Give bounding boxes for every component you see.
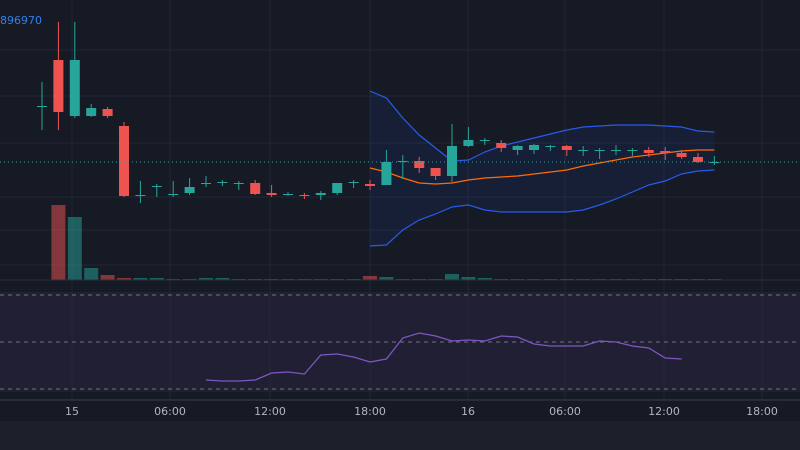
time-tick-label: 06:00 — [549, 405, 581, 418]
rsi-pane[interactable] — [0, 292, 800, 392]
candle-body — [545, 146, 556, 147]
candle-body — [414, 161, 425, 168]
chart-canvas[interactable]: 15 06:00 12:00 18:00 16 06:00 12:00 18:00 89697… — [0, 0, 800, 450]
candle-body — [709, 162, 720, 163]
candle-body — [53, 60, 64, 112]
bottom-toolbar — [0, 421, 800, 450]
candle-body — [37, 106, 47, 107]
candle — [119, 122, 129, 197]
candle-body — [578, 150, 589, 151]
volume-bar — [51, 205, 66, 280]
candle-body — [561, 146, 572, 150]
candle-body — [315, 193, 326, 195]
price-scale-label: 896970 — [0, 14, 42, 27]
candle-body — [332, 183, 343, 193]
volume-bar — [363, 276, 377, 280]
candle-body — [348, 182, 359, 183]
volume-bar — [100, 275, 115, 280]
candle-body — [266, 193, 277, 195]
volume-bar — [445, 274, 459, 280]
candle-body — [119, 126, 129, 196]
candle-body — [397, 161, 408, 162]
candle-body — [184, 187, 195, 193]
time-tick-label: 12:00 — [648, 405, 680, 418]
candle-body — [594, 150, 605, 151]
candle-body — [151, 186, 162, 187]
candle-body — [86, 108, 97, 116]
candle-body — [676, 153, 687, 157]
candle-body — [365, 184, 375, 186]
candle-body — [463, 140, 474, 146]
candle-body — [693, 157, 703, 162]
time-tick-label: 18:00 — [746, 405, 778, 418]
candle-body — [283, 194, 293, 195]
time-tick-label: 18:00 — [354, 405, 386, 418]
candle-body — [496, 143, 507, 148]
candle-body — [201, 183, 211, 184]
candle-body — [512, 146, 523, 150]
volume-bar — [84, 268, 99, 280]
candle-body — [299, 195, 310, 196]
candle-body — [102, 109, 113, 116]
volume-bar — [67, 217, 82, 280]
candle-body — [233, 183, 244, 184]
time-tick-label: 12:00 — [254, 405, 286, 418]
candle-body — [135, 195, 146, 196]
candle-body — [381, 162, 392, 185]
candle-body — [69, 60, 80, 116]
candle-body — [250, 183, 261, 194]
candle-body — [611, 150, 621, 151]
candle-body — [627, 150, 638, 151]
trading-chart[interactable]: 15 06:00 12:00 18:00 16 06:00 12:00 18:00 89697… — [0, 0, 800, 450]
time-tick-label: 06:00 — [154, 405, 186, 418]
candle-body — [479, 140, 490, 141]
candle-body — [643, 150, 654, 153]
time-axis[interactable]: 15 06:00 12:00 18:00 16 06:00 12:00 18:00 — [0, 399, 800, 450]
candle-body — [217, 182, 228, 183]
time-tick-label: 16 — [461, 405, 475, 418]
candle-body — [660, 151, 671, 153]
candle-body — [168, 194, 179, 195]
candle-body — [529, 145, 539, 150]
candle-body — [447, 146, 457, 176]
candle-body — [430, 168, 441, 176]
time-tick-label: 15 — [65, 405, 79, 418]
